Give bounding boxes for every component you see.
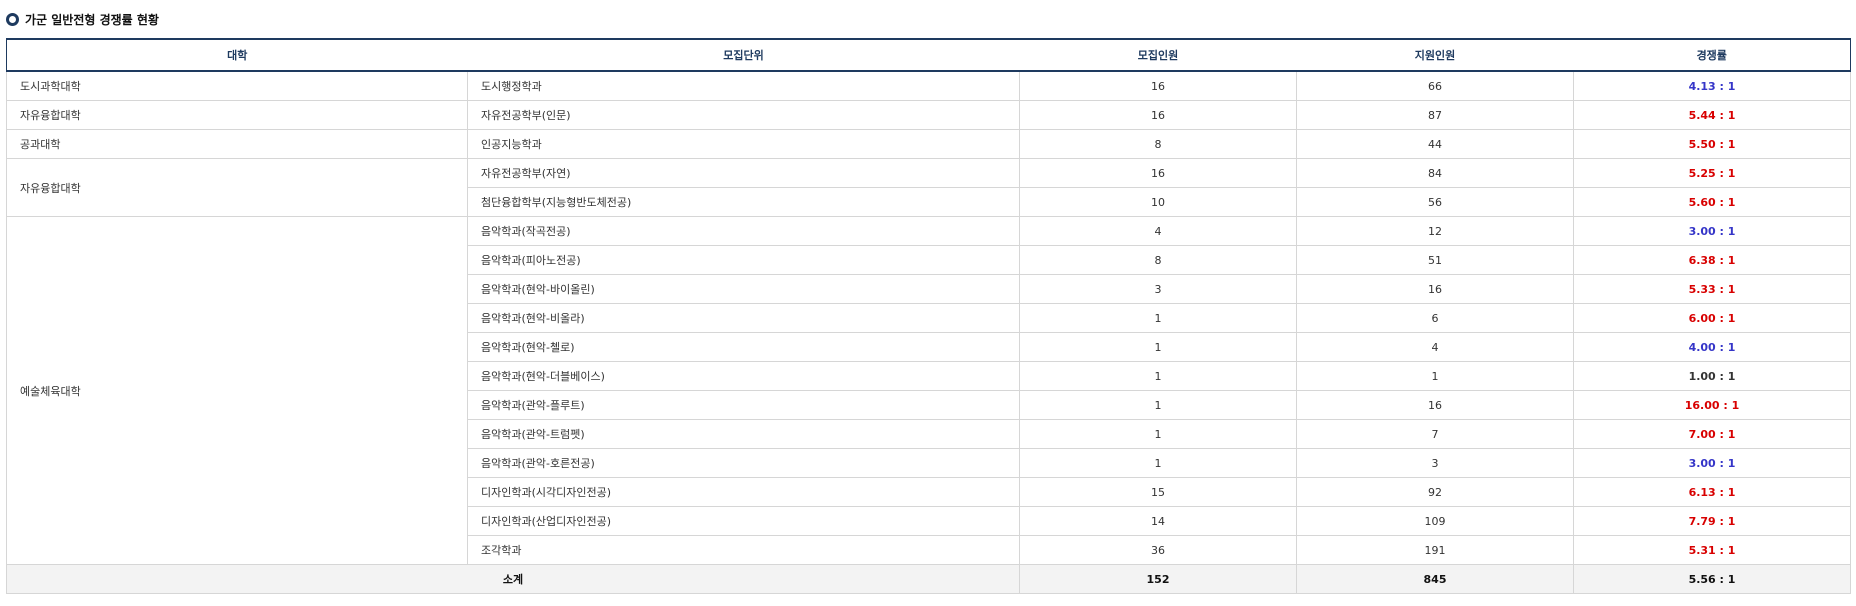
applicants-cell: 56	[1296, 187, 1574, 217]
unit-cell: 음악학과(현악-바이올린)	[467, 274, 1020, 304]
quota-cell: 4	[1019, 216, 1297, 246]
quota-cell: 1	[1019, 361, 1297, 391]
college-cell: 도시과학대학	[6, 70, 468, 101]
rate-cell: 7.79 : 1	[1573, 506, 1851, 536]
applicants-cell: 92	[1296, 477, 1574, 507]
applicants-cell: 6	[1296, 303, 1574, 333]
subtotal-applicants: 845	[1296, 564, 1574, 594]
quota-cell: 8	[1019, 129, 1297, 159]
subtotal-quota: 152	[1019, 564, 1297, 594]
table-row: 도시과학대학 도시행정학과 16 66 4.13 : 1	[6, 70, 1851, 101]
unit-cell: 첨단융합학부(지능형반도체전공)	[467, 187, 1020, 217]
header-unit: 모집단위	[467, 38, 1020, 72]
header-quota: 모집인원	[1019, 38, 1297, 72]
rate-cell: 5.44 : 1	[1573, 100, 1851, 130]
rate-cell: 5.31 : 1	[1573, 535, 1851, 565]
unit-cell: 디자인학과(시각디자인전공)	[467, 477, 1020, 507]
applicants-cell: 16	[1296, 274, 1574, 304]
section-title: 가군 일반전형 경쟁률 현황	[25, 12, 159, 27]
unit-cell: 음악학과(관악-호른전공)	[467, 448, 1020, 478]
rate-cell: 16.00 : 1	[1573, 390, 1851, 420]
subtotal-label: 소계	[6, 564, 1020, 594]
table-row: 예술체육대학 음악학과(작곡전공) 4 12 3.00 : 1	[6, 216, 1851, 565]
applicants-cell: 12	[1296, 216, 1574, 246]
quota-cell: 1	[1019, 332, 1297, 362]
unit-cell: 음악학과(피아노전공)	[467, 245, 1020, 275]
unit-cell: 음악학과(현악-더블베이스)	[467, 361, 1020, 391]
header-applicants: 지원인원	[1296, 38, 1574, 72]
applicants-cell: 191	[1296, 535, 1574, 565]
unit-cell: 조각학과	[467, 535, 1020, 565]
quota-cell: 8	[1019, 245, 1297, 275]
rate-cell: 5.33 : 1	[1573, 274, 1851, 304]
college-cell: 공과대학	[6, 129, 468, 159]
college-cell: 자유융합대학	[6, 158, 468, 217]
applicants-cell: 16	[1296, 390, 1574, 420]
rate-cell: 5.25 : 1	[1573, 158, 1851, 188]
applicants-cell: 4	[1296, 332, 1574, 362]
unit-cell: 자유전공학부(자연)	[467, 158, 1020, 188]
rate-cell: 7.00 : 1	[1573, 419, 1851, 449]
rate-cell: 4.00 : 1	[1573, 332, 1851, 362]
rate-cell: 5.50 : 1	[1573, 129, 1851, 159]
quota-cell: 16	[1019, 70, 1297, 101]
table-body: 도시과학대학 도시행정학과 16 66 4.13 : 1 자유융합대학 자유전공학부(인문)…	[6, 70, 1851, 594]
quota-cell: 10	[1019, 187, 1297, 217]
rate-cell: 6.13 : 1	[1573, 477, 1851, 507]
table-row: 자유융합대학 자유전공학부(인문) 16 87 5.44 : 1	[6, 100, 1851, 130]
applicants-cell: 109	[1296, 506, 1574, 536]
circle-bullet-icon	[6, 12, 19, 26]
quota-cell: 1	[1019, 419, 1297, 449]
quota-cell: 16	[1019, 100, 1297, 130]
unit-cell: 자유전공학부(인문)	[467, 100, 1020, 130]
rate-cell: 4.13 : 1	[1573, 70, 1851, 101]
unit-cell: 음악학과(현악-첼로)	[467, 332, 1020, 362]
unit-cell: 인공지능학과	[467, 129, 1020, 159]
quota-cell: 36	[1019, 535, 1297, 565]
unit-cell: 음악학과(현악-비올라)	[467, 303, 1020, 333]
unit-cell: 음악학과(작곡전공)	[467, 216, 1020, 246]
quota-cell: 1	[1019, 390, 1297, 420]
applicants-cell: 84	[1296, 158, 1574, 188]
rate-cell: 1.00 : 1	[1573, 361, 1851, 391]
subtotal-rate: 5.56 : 1	[1573, 564, 1851, 594]
table-row: 공과대학 인공지능학과 8 44 5.50 : 1	[6, 129, 1851, 159]
rate-cell: 5.60 : 1	[1573, 187, 1851, 217]
competition-rate-table: 대학 모집단위 모집인원 지원인원 경쟁률 도시과학대학 도시행정학과 16 66 4.…	[6, 38, 1851, 594]
header-rate: 경쟁률	[1573, 38, 1851, 72]
unit-cell: 음악학과(관악-플루트)	[467, 390, 1020, 420]
header-college: 대학	[6, 38, 468, 72]
rate-cell: 3.00 : 1	[1573, 216, 1851, 246]
applicants-cell: 66	[1296, 70, 1574, 101]
quota-cell: 1	[1019, 303, 1297, 333]
quota-cell: 16	[1019, 158, 1297, 188]
applicants-cell: 3	[1296, 448, 1574, 478]
rate-cell: 6.38 : 1	[1573, 245, 1851, 275]
rate-cell: 3.00 : 1	[1573, 448, 1851, 478]
subtotal-row: 소계 152 845 5.56 : 1	[6, 564, 1851, 594]
applicants-cell: 1	[1296, 361, 1574, 391]
unit-cell: 디자인학과(산업디자인전공)	[467, 506, 1020, 536]
rate-cell: 6.00 : 1	[1573, 303, 1851, 333]
applicants-cell: 44	[1296, 129, 1574, 159]
applicants-cell: 87	[1296, 100, 1574, 130]
quota-cell: 15	[1019, 477, 1297, 507]
unit-cell: 도시행정학과	[467, 70, 1020, 101]
quota-cell: 1	[1019, 448, 1297, 478]
section-header: 가군 일반전형 경쟁률 현황	[6, 10, 159, 28]
quota-cell: 14	[1019, 506, 1297, 536]
college-cell: 예술체육대학	[6, 216, 468, 565]
unit-cell: 음악학과(관악-트럼펫)	[467, 419, 1020, 449]
quota-cell: 3	[1019, 274, 1297, 304]
college-cell: 자유융합대학	[6, 100, 468, 130]
table-row: 자유융합대학 자유전공학부(자연) 16 84 5.25 : 1	[6, 158, 1851, 217]
table-header-row: 대학 모집단위 모집인원 지원인원 경쟁률	[6, 38, 1851, 72]
applicants-cell: 7	[1296, 419, 1574, 449]
applicants-cell: 51	[1296, 245, 1574, 275]
